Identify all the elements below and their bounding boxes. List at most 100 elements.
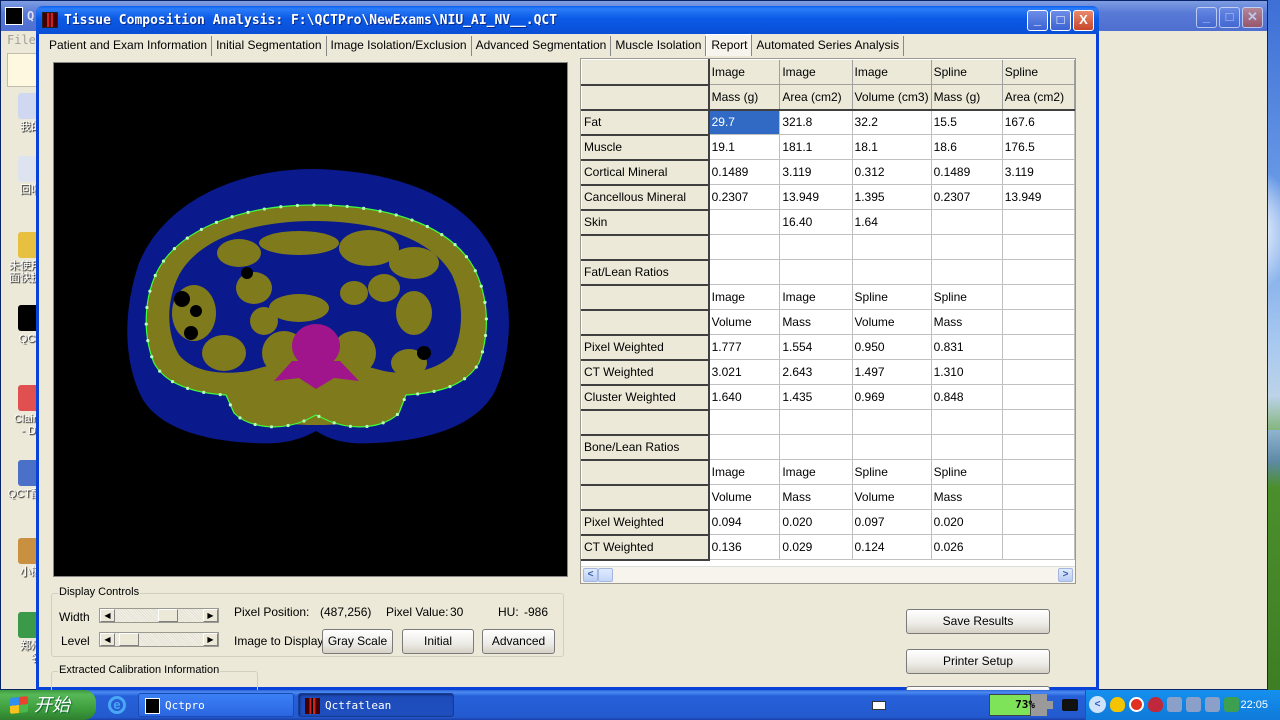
level-slider[interactable]: ◀ ▶ (99, 632, 219, 647)
grid-cell[interactable]: 0.831 (931, 334, 1003, 360)
grid-cell[interactable]: 321.8 (779, 109, 853, 135)
grid-cell[interactable]: 0.1489 (931, 159, 1003, 185)
grid-cell[interactable]: 0.020 (931, 509, 1003, 535)
grid-cell[interactable]: Volume (708, 484, 781, 510)
grid-cell[interactable]: 0.969 (852, 384, 932, 410)
spline-control-point[interactable] (464, 255, 469, 259)
grid-cell[interactable] (708, 234, 781, 260)
tab-initial-segmentation[interactable]: Initial Segmentation (212, 36, 327, 56)
grid-cell[interactable]: Image (708, 284, 781, 310)
keyboard-icon[interactable] (872, 701, 886, 710)
grid-cell[interactable] (931, 409, 1003, 435)
grid-cell[interactable]: 13.949 (779, 184, 853, 210)
spline-control-point[interactable] (302, 419, 306, 423)
spline-control-point[interactable] (484, 317, 488, 321)
grid-cell[interactable] (1002, 234, 1075, 260)
spline-control-point[interactable] (462, 377, 467, 381)
safely-remove-hardware-icon[interactable] (1224, 697, 1239, 712)
row-header[interactable] (581, 284, 710, 311)
wireless-disconnected-icon[interactable] (1205, 697, 1220, 712)
spline-control-point[interactable] (480, 350, 485, 354)
spline-control-point[interactable] (362, 206, 366, 210)
grid-cell[interactable]: 176.5 (1002, 134, 1075, 160)
spline-control-point[interactable] (170, 380, 175, 384)
grid-scroll-right-arrow[interactable]: > (1058, 568, 1073, 582)
spline-control-point[interactable] (473, 269, 477, 273)
spline-control-point[interactable] (345, 204, 349, 209)
grid-cell[interactable]: 13.949 (1002, 184, 1075, 210)
grid-cell[interactable]: 2.643 (779, 359, 853, 385)
network-disconnected-icon-2[interactable] (1186, 697, 1201, 712)
row-header[interactable]: Skin (581, 209, 710, 236)
grid-cell[interactable] (1002, 209, 1075, 235)
grid-cell[interactable]: Volume (852, 309, 932, 335)
grid-cell[interactable]: Spline (931, 59, 1003, 85)
minimize-button[interactable]: _ (1027, 10, 1048, 31)
grid-cell[interactable] (931, 259, 1003, 285)
spline-control-point[interactable] (145, 305, 149, 310)
spline-control-point[interactable] (161, 259, 166, 263)
printer-setup-button[interactable]: Printer Setup (906, 649, 1050, 674)
row-header[interactable]: Muscle (581, 134, 710, 161)
spline-control-point[interactable] (348, 424, 353, 428)
row-header[interactable]: Fat/Lean Ratios (581, 259, 710, 286)
width-slider-right-arrow[interactable]: ▶ (203, 609, 218, 622)
spline-control-point[interactable] (479, 284, 483, 288)
grid-cell[interactable]: Mass (g) (931, 84, 1003, 111)
row-header[interactable] (581, 484, 710, 511)
grid-cell[interactable]: Spline (852, 284, 932, 310)
grid-cell[interactable]: 0.312 (852, 159, 932, 185)
spline-control-point[interactable] (402, 397, 406, 402)
report-grid[interactable]: Image Image Image Spline Spline Mass (g) Area … (580, 58, 1076, 584)
spline-control-point[interactable] (269, 425, 274, 429)
antivirus-icon[interactable] (1129, 697, 1144, 712)
grid-cell[interactable]: 1.395 (852, 184, 932, 210)
spline-control-point[interactable] (153, 273, 157, 278)
spline-control-point[interactable] (186, 386, 190, 390)
grid-cell[interactable]: 0.848 (931, 384, 1003, 410)
grid-cell[interactable]: Image (708, 459, 781, 485)
grid-cell[interactable] (708, 409, 781, 435)
spline-control-point[interactable] (295, 203, 299, 208)
grid-cell[interactable]: Mass (779, 484, 853, 510)
spline-control-point[interactable] (262, 207, 266, 211)
grid-cell[interactable] (1002, 309, 1075, 335)
spline-control-point[interactable] (365, 424, 369, 429)
row-header[interactable] (581, 234, 710, 261)
grid-cell[interactable]: 32.2 (852, 109, 932, 135)
grid-cell[interactable]: Image (779, 284, 853, 310)
grid-cell[interactable]: Spline (1002, 59, 1075, 85)
grid-cell[interactable]: Volume (708, 309, 781, 335)
grid-cell[interactable] (779, 434, 853, 460)
power-plug-icon[interactable] (1062, 699, 1078, 711)
grid-cell[interactable]: Spline (931, 284, 1003, 310)
grid-cell[interactable] (931, 434, 1003, 460)
width-slider[interactable]: ◀ ▶ (99, 608, 219, 623)
row-header[interactable] (581, 459, 710, 486)
grid-cell[interactable] (931, 234, 1003, 260)
grid-cell[interactable]: 181.1 (779, 134, 853, 160)
spline-control-point[interactable] (483, 333, 488, 338)
grid-cell[interactable]: 1.497 (852, 359, 932, 385)
grid-cell[interactable]: Mass (931, 484, 1003, 510)
grid-cell[interactable]: Spline (852, 459, 932, 485)
spline-control-point[interactable] (332, 421, 336, 425)
grid-cell[interactable]: 0.097 (852, 509, 932, 535)
grid-cell[interactable]: Area (cm2) (1002, 84, 1075, 111)
grid-cell[interactable]: 16.40 (779, 209, 853, 235)
spline-control-point[interactable] (150, 355, 154, 359)
spline-control-point[interactable] (395, 412, 400, 417)
spline-control-point[interactable] (329, 203, 333, 207)
spline-control-point[interactable] (378, 209, 382, 213)
spline-control-point[interactable] (286, 423, 290, 428)
grid-cell[interactable]: 15.5 (931, 109, 1003, 135)
width-slider-thumb[interactable] (158, 609, 178, 622)
spline-control-point[interactable] (185, 236, 189, 240)
grid-cell[interactable]: Image (708, 59, 781, 85)
grid-cell[interactable] (1002, 484, 1075, 510)
grid-cell[interactable]: 0.029 (779, 534, 853, 560)
tab-advanced-segmentation[interactable]: Advanced Segmentation (472, 36, 612, 56)
spline-control-point[interactable] (228, 403, 232, 407)
row-header[interactable] (581, 409, 710, 436)
grid-cell[interactable] (1002, 359, 1075, 385)
